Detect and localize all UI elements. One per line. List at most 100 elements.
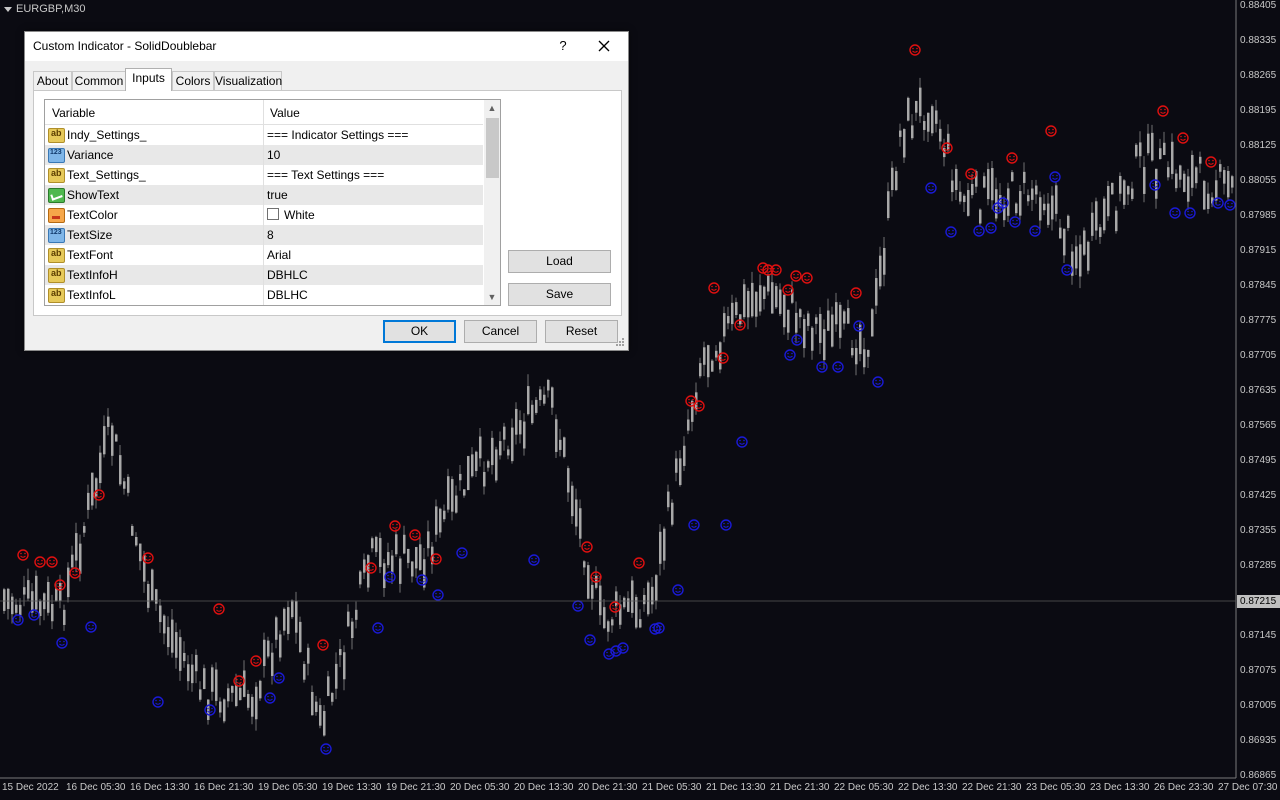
time-tick-label: 21 Dec 21:30 [770, 782, 830, 793]
tab-about[interactable]: About [33, 71, 72, 90]
row-value[interactable]: 10 [267, 148, 280, 162]
candle-body [691, 400, 694, 422]
input-row-variance[interactable]: Variance 10 [45, 145, 483, 166]
candle-body [111, 425, 114, 456]
sell-smiley-icon [233, 675, 245, 687]
input-row-textfont[interactable]: TextFont Arial [45, 245, 483, 266]
candle-body [603, 607, 606, 629]
candle-body [331, 692, 334, 702]
tab-inputs[interactable]: Inputs [125, 68, 172, 91]
candle-body [63, 609, 66, 625]
candle-body [147, 583, 150, 608]
candle-body [427, 531, 430, 549]
input-row-textcolor[interactable]: TextColor White [45, 205, 483, 226]
candle-body [387, 552, 390, 566]
time-tick-label: 27 Dec 07:30 [1218, 782, 1278, 793]
buy-smiley-icon [784, 349, 796, 361]
candle-body [915, 100, 918, 113]
candle-body [1231, 176, 1234, 188]
candle-body [223, 699, 226, 722]
candle-body [767, 275, 770, 292]
row-value[interactable]: 8 [267, 228, 274, 242]
input-row-showtext[interactable]: ShowText true [45, 185, 483, 206]
tab-common[interactable]: Common [72, 71, 126, 90]
candle-body [1087, 241, 1090, 271]
ok-button[interactable]: OK [383, 320, 456, 343]
input-row-indy-settings[interactable]: Indy_Settings_ === Indicator Settings ==… [45, 125, 483, 146]
candle-body [711, 360, 714, 372]
price-tick-label: 0.87985 [1240, 210, 1277, 221]
chart-symbol-label: EURGBP,M30 [4, 3, 86, 15]
reset-button[interactable]: Reset [545, 320, 618, 343]
row-value[interactable]: === Text Settings === [267, 168, 384, 182]
time-tick-label: 22 Dec 13:30 [898, 782, 958, 793]
candle-body [395, 534, 398, 555]
candle-body [1011, 172, 1014, 182]
input-row-textsize[interactable]: TextSize 8 [45, 225, 483, 246]
scroll-down-icon[interactable]: ▼ [484, 289, 500, 305]
tab-visualization[interactable]: Visualization [214, 71, 282, 90]
column-divider[interactable] [263, 100, 264, 124]
close-button[interactable] [592, 35, 616, 57]
candle-body [171, 619, 174, 653]
dialog-titlebar[interactable]: Custom Indicator - SolidDoublebar ? [25, 32, 628, 61]
candle-body [1167, 167, 1170, 178]
row-value[interactable]: DBHLC [267, 268, 308, 282]
candle-body [1119, 175, 1122, 194]
price-tick-label: 0.87775 [1240, 315, 1277, 326]
candle-body [419, 544, 422, 570]
candle-body [1139, 142, 1142, 157]
candle-body [1059, 227, 1062, 239]
candle-body [1115, 210, 1118, 232]
bool-icon [48, 188, 65, 203]
candle-body [399, 558, 402, 584]
candle-body [531, 404, 534, 424]
candle-body [579, 508, 582, 539]
tab-colors[interactable]: Colors [172, 71, 214, 90]
scroll-thumb[interactable] [486, 118, 499, 178]
candle-body [783, 294, 786, 328]
candle-body [155, 589, 158, 604]
row-value[interactable]: true [267, 188, 288, 202]
candle-body [263, 639, 266, 666]
row-value[interactable]: DBLHC [267, 288, 308, 302]
input-row-textinfol[interactable]: TextInfoL DBLHC [45, 285, 483, 305]
price-tick-label: 0.88195 [1240, 105, 1277, 116]
grid-scrollbar[interactable]: ▲ ▼ [484, 100, 500, 305]
candle-body [375, 536, 378, 553]
candle-body [803, 319, 806, 349]
candle-body [763, 286, 766, 299]
candle-body [1123, 180, 1126, 205]
candle-body [875, 278, 878, 306]
buy-smiley-icon [384, 571, 396, 583]
column-value[interactable]: Value [270, 106, 300, 120]
candle-body [899, 130, 902, 137]
input-row-textinfoh[interactable]: TextInfoH DBHLC [45, 265, 483, 286]
candle-body [463, 489, 466, 496]
resize-grip-icon[interactable] [615, 337, 625, 347]
row-value-color[interactable]: White [267, 208, 315, 222]
candle-body [403, 534, 406, 554]
candle-body [919, 87, 922, 117]
time-tick-label: 23 Dec 13:30 [1090, 782, 1150, 793]
input-row-text-settings[interactable]: Text_Settings_ === Text Settings === [45, 165, 483, 186]
chart-menu-icon[interactable] [4, 6, 12, 12]
candle-body [1075, 246, 1078, 269]
candle-body [775, 286, 778, 308]
help-button[interactable]: ? [553, 36, 573, 56]
row-variable-name: Variance [67, 148, 114, 162]
candle-body [643, 594, 646, 605]
candle-body [655, 575, 658, 601]
cancel-button[interactable]: Cancel [464, 320, 537, 343]
candle-body [307, 647, 310, 664]
load-button[interactable]: Load [508, 250, 611, 273]
row-value[interactable]: Arial [267, 248, 291, 262]
save-button[interactable]: Save [508, 283, 611, 306]
row-value[interactable]: === Indicator Settings === [267, 128, 408, 142]
column-variable[interactable]: Variable [52, 106, 95, 120]
candle-body [415, 547, 418, 569]
candle-body [1135, 144, 1138, 157]
buy-smiley-icon [56, 637, 68, 649]
scroll-up-icon[interactable]: ▲ [484, 100, 500, 116]
candle-body [19, 604, 22, 616]
